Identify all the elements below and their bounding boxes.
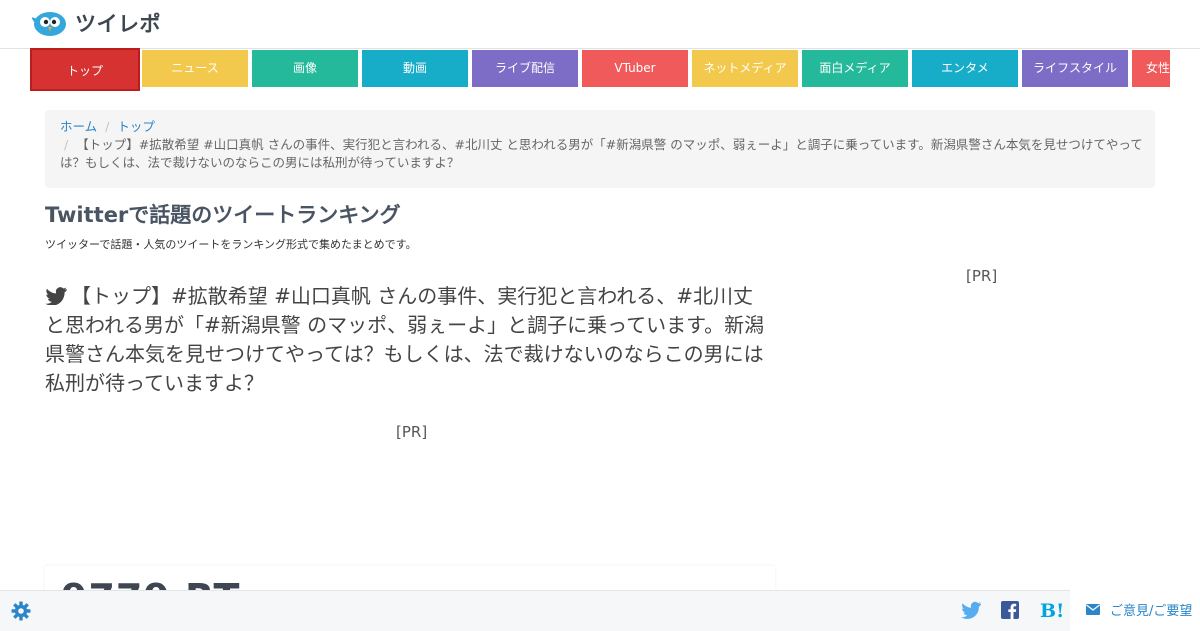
breadcrumb-current: 【トップ】#拡散希望 #山口真帆 さんの事件、実行犯と言われる、#北川丈 と思わ… <box>60 137 1143 170</box>
twitter-bird-icon <box>45 287 67 305</box>
page-title: Twitterで話題のツイートランキング <box>45 203 401 227</box>
tweet-heading: 【トップ】#拡散希望 #山口真帆 さんの事件、実行犯と言われる、#北川丈 と思わ… <box>45 282 775 398</box>
nav-item-women[interactable]: 女性 <box>1132 50 1170 87</box>
nav-item-vtuber[interactable]: VTuber <box>582 50 688 87</box>
nav-item-videos[interactable]: 動画 <box>362 50 468 87</box>
site-name: ツイレポ <box>75 12 161 36</box>
nav-item-live[interactable]: ライブ配信 <box>472 50 578 87</box>
twitter-share-icon[interactable] <box>961 600 981 620</box>
nav-item-top[interactable]: トップ <box>30 48 140 91</box>
gear-icon[interactable] <box>11 601 31 621</box>
feedback-link[interactable]: ご意見/ご要望 <box>1086 600 1192 619</box>
hatena-bookmark-icon[interactable]: B! <box>1040 600 1062 620</box>
nav-item-funny-media[interactable]: 面白メディア <box>802 50 908 87</box>
breadcrumb: ホーム / トップ / 【トップ】#拡散希望 #山口真帆 さんの事件、実行犯と言われる… <box>45 110 1155 188</box>
mail-icon <box>1086 604 1100 615</box>
nav-item-news[interactable]: ニュース <box>142 50 248 87</box>
nav-item-lifestyle[interactable]: ライフスタイル <box>1022 50 1128 87</box>
nav-item-entertainment[interactable]: エンタメ <box>912 50 1018 87</box>
footer-bar <box>0 590 1070 631</box>
breadcrumb-top-link[interactable]: トップ <box>117 119 155 134</box>
bird-logo-icon <box>32 12 66 36</box>
svg-text:B!: B! <box>1040 600 1062 620</box>
feedback-label: ご意見/ご要望 <box>1110 604 1193 619</box>
page-subtitle: ツイッターで話題・人気のツイートをランキング形式で集めたまとめです。 <box>45 238 417 251</box>
tweet-heading-text: 【トップ】#拡散希望 #山口真帆 さんの事件、実行犯と言われる、#北川丈 と思わ… <box>45 284 765 395</box>
category-nav: トップ ニュース 画像 動画 ライブ配信 VTuber ネットメディア 面白メデ… <box>0 48 1170 92</box>
facebook-share-icon[interactable] <box>1001 600 1019 620</box>
breadcrumb-separator: / <box>64 137 69 152</box>
site-logo[interactable]: ツイレポ <box>32 6 161 40</box>
breadcrumb-separator: / <box>105 119 110 134</box>
breadcrumb-home-link[interactable]: ホーム <box>60 119 97 134</box>
nav-item-net-media[interactable]: ネットメディア <box>692 50 798 87</box>
nav-item-images[interactable]: 画像 <box>252 50 358 87</box>
site-header: ツイレポ <box>0 0 1200 49</box>
pr-label-sidebar: [PR] <box>966 267 998 285</box>
pr-label-main: [PR] <box>396 423 428 441</box>
